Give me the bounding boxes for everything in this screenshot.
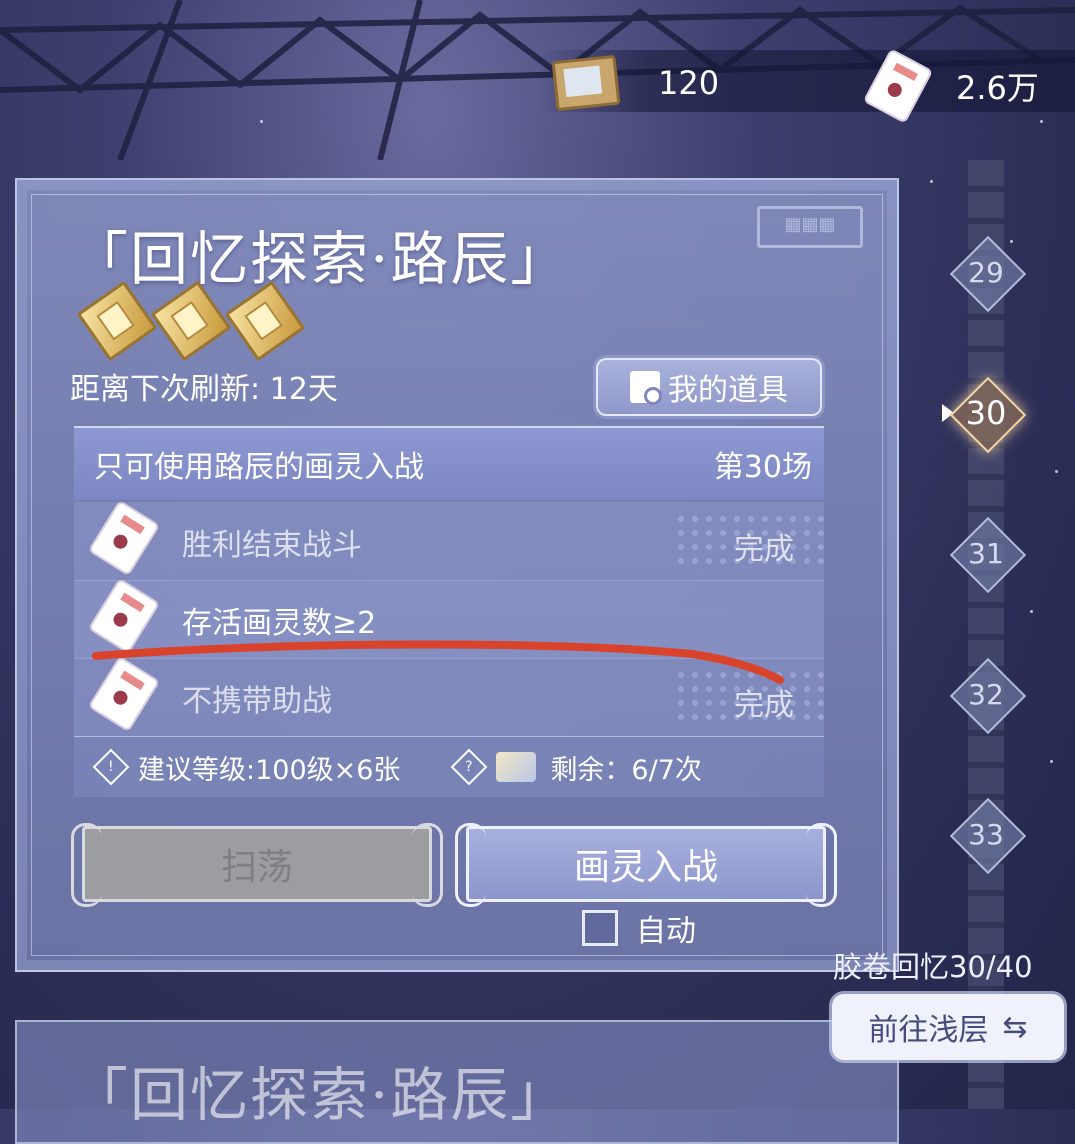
objective-text: 胜利结束战斗 bbox=[182, 528, 362, 563]
stamp-decoration: ▦▦▦ bbox=[757, 206, 863, 248]
remaining-attempts: 剩余：6/7次 bbox=[550, 754, 702, 786]
stage-node-label: 33 bbox=[968, 818, 1004, 851]
ticket-icon bbox=[865, 50, 931, 122]
ticket-currency: 2.6万 bbox=[865, 50, 1039, 122]
scroll-ornament-left bbox=[455, 823, 486, 907]
go-shallow-layer-button[interactable]: 前往浅层 ⇆ bbox=[832, 994, 1064, 1060]
film-reel-icon bbox=[76, 280, 158, 362]
recommended-level: 建议等级:100级×6张 bbox=[138, 754, 401, 786]
scroll-ornament-right bbox=[412, 823, 443, 907]
ticket-count: 2.6万 bbox=[956, 69, 1039, 107]
auto-label: 自动 bbox=[636, 914, 696, 949]
objective-header: 只可使用路辰的画灵入战 第30场 bbox=[74, 426, 824, 500]
enter-battle-button[interactable]: 画灵入战 bbox=[455, 823, 837, 907]
objective-row: 胜利结束战斗 完成 bbox=[74, 502, 824, 581]
enter-battle-label: 画灵入战 bbox=[573, 847, 718, 888]
stage-node-label: 29 bbox=[968, 256, 1004, 289]
gift-box-icon bbox=[496, 752, 537, 782]
help-diamond-icon[interactable]: ? bbox=[451, 748, 488, 786]
scroll-ornament-right bbox=[806, 823, 837, 907]
my-items-button[interactable]: 我的道具 bbox=[596, 358, 822, 416]
objective-table: 只可使用路辰的画灵入战 第30场 胜利结束战斗 完成 存活画灵数≥2 不携带助战… bbox=[74, 426, 824, 797]
stage-node-label: 31 bbox=[968, 537, 1004, 570]
film-memory-progress: 胶卷回忆30/40 bbox=[833, 950, 1033, 984]
warning-diamond-icon: ! bbox=[92, 748, 130, 786]
search-document-icon bbox=[630, 371, 662, 405]
stage-number: 第30场 bbox=[713, 450, 812, 485]
ticket-reward-icon bbox=[90, 502, 158, 574]
page-title: 「回忆探索·路辰」 bbox=[70, 225, 571, 293]
sweep-button[interactable]: 扫荡 bbox=[71, 823, 443, 907]
film-card-icon bbox=[551, 54, 621, 112]
go-shallow-label: 前往浅层 bbox=[868, 1013, 989, 1048]
auto-battle-toggle[interactable]: 自动 bbox=[582, 906, 696, 950]
film-card-currency: 120 bbox=[551, 54, 720, 112]
next-panel-title: 「回忆探索·路辰」 bbox=[70, 1061, 571, 1129]
film-reel-icon bbox=[150, 280, 232, 362]
film-reel-rating bbox=[76, 280, 306, 362]
film-card-count: 120 bbox=[658, 64, 720, 102]
stage-node-label: 32 bbox=[968, 678, 1004, 711]
stage-node-label: 30 bbox=[965, 394, 1007, 432]
objective-status: 完成 bbox=[734, 532, 794, 567]
refresh-countdown: 距离下次刷新: 12天 bbox=[70, 372, 338, 407]
sweep-label: 扫荡 bbox=[220, 847, 293, 888]
swap-arrows-icon: ⇆ bbox=[1002, 1009, 1028, 1045]
restriction-text: 只可使用路辰的画灵入战 bbox=[94, 450, 424, 485]
scroll-ornament-left bbox=[71, 823, 102, 907]
battle-info-footer: ! 建议等级:100级×6张 ? 剩余：6/7次 bbox=[74, 736, 824, 797]
auto-checkbox[interactable] bbox=[582, 910, 618, 946]
film-reel-icon bbox=[224, 280, 306, 362]
red-underline-annotation bbox=[92, 640, 784, 684]
my-items-label: 我的道具 bbox=[668, 373, 788, 408]
